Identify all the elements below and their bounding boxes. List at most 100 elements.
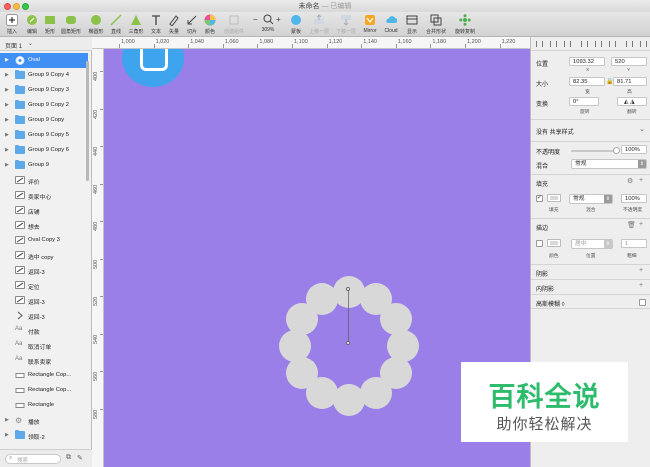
cloud-button[interactable]: Cloud [381, 13, 401, 36]
layer-item[interactable]: Rectangle [0, 398, 88, 413]
flip-buttons[interactable]: ◭ ◮ [617, 97, 647, 106]
align-top-icon[interactable] [581, 41, 588, 47]
blend-mode-select[interactable]: 常规 ⇕ [571, 159, 647, 169]
rotation-field[interactable]: 0° [569, 97, 599, 106]
disclosure-triangle-icon[interactable]: ▶ [5, 57, 9, 63]
height-field[interactable]: 81.71 [613, 77, 647, 86]
vector-button[interactable]: 矢量 [166, 13, 182, 36]
shared-style-row[interactable]: 没有 共享样式 ⌄ [531, 119, 650, 141]
view-button[interactable]: 显示 [403, 13, 421, 36]
y-field[interactable]: 520 [611, 57, 647, 66]
text-button[interactable]: 文本 [148, 13, 164, 36]
bag-shape[interactable] [122, 49, 184, 87]
disclosure-triangle-icon[interactable]: ▶ [5, 87, 9, 93]
fill-color-swatch[interactable] [547, 194, 561, 202]
align-left-icon[interactable] [536, 41, 543, 47]
opacity-slider[interactable] [571, 150, 617, 152]
layer-item[interactable]: ▶ Group 9 Copy 4 [0, 68, 88, 83]
layer-search-input[interactable]: ⌕ 搜索 [5, 454, 61, 464]
layer-item[interactable]: Aa 取消订单 [0, 338, 88, 353]
layer-item[interactable]: ▶ Oval [0, 53, 88, 68]
inner-shadow-section[interactable]: 内阴影 + [531, 279, 650, 294]
color-button[interactable]: 颜色 [202, 13, 218, 36]
add-inner-shadow-icon[interactable]: + [639, 282, 643, 289]
disclosure-triangle-icon[interactable]: ▶ [5, 102, 9, 108]
layer-item[interactable]: 卖家中心 [0, 188, 88, 203]
layer-item[interactable]: Aa 付款 [0, 323, 88, 338]
shadow-section[interactable]: 阴影 + [531, 264, 650, 279]
layer-item[interactable]: Aa 联系卖家 [0, 353, 88, 368]
ring-circle[interactable] [333, 384, 365, 416]
disclosure-triangle-icon[interactable]: ▶ [5, 132, 9, 138]
blur-enabled-checkbox[interactable] [639, 299, 646, 306]
layer-item[interactable]: 店铺 [0, 203, 88, 218]
add-fill-icon[interactable]: + [639, 177, 643, 184]
disclosure-triangle-icon[interactable]: ▶ [5, 147, 9, 153]
create-component-button[interactable]: 创建组件 [220, 13, 248, 36]
edit-button[interactable]: 编辑 [24, 13, 40, 36]
page-selector[interactable]: 页面 1 ⌄ [0, 37, 92, 51]
triangle-button[interactable]: 三角形 [126, 13, 146, 36]
ring-circle[interactable] [306, 283, 338, 316]
add-shadow-icon[interactable]: + [639, 267, 643, 274]
trash-icon[interactable]: 🗑 [627, 221, 636, 229]
align-middle-icon[interactable] [595, 41, 602, 47]
border-position-select[interactable]: 居中 ⇕ [571, 239, 613, 249]
blur-section[interactable]: 高斯模糊 ◊ [531, 294, 650, 309]
layer-item[interactable]: 想去 [0, 218, 88, 233]
layer-item[interactable]: Rectangle Cop... [0, 383, 88, 398]
border-color-swatch[interactable] [547, 239, 561, 247]
layer-item[interactable]: 定位 [0, 278, 88, 293]
distribute-v-icon[interactable] [640, 41, 647, 47]
layer-item[interactable]: 评价 [0, 173, 88, 188]
layer-item[interactable]: 返回-3 [0, 308, 88, 323]
layer-item[interactable]: ▶ Group 9 Copy 5 [0, 128, 88, 143]
mask-button[interactable]: 蒙板 [287, 13, 305, 36]
disclosure-triangle-icon[interactable]: ▶ [5, 117, 9, 123]
combine-shapes-button[interactable]: 合并形状 [424, 13, 448, 36]
layer-list-scrollbar[interactable] [86, 61, 89, 181]
opacity-field[interactable]: 100% [621, 145, 647, 154]
disclosure-triangle-icon[interactable]: ▶ [5, 432, 9, 438]
layer-item[interactable]: ▶ Group 9 Copy 3 [0, 83, 88, 98]
x-field[interactable]: 1093.32 [569, 57, 605, 66]
layer-item[interactable]: ▶ Group 9 Copy 2 [0, 98, 88, 113]
send-backward-button[interactable]: 下移一层 [333, 13, 359, 36]
center-handle[interactable] [346, 341, 350, 345]
width-field[interactable]: 82.35 [569, 77, 605, 86]
align-bottom-icon[interactable] [609, 41, 616, 47]
disclosure-triangle-icon[interactable]: ▶ [5, 162, 9, 168]
rotate-copy-button[interactable]: 旋转复制 [452, 13, 478, 36]
layer-item[interactable]: ▶ Group 9 Copy [0, 113, 88, 128]
line-button[interactable]: 直线 [108, 13, 124, 36]
mirror-button[interactable]: Mirror [360, 13, 380, 36]
rounded-rect-button[interactable]: 圆角矩形 [59, 13, 83, 36]
rotation-handle[interactable] [346, 287, 350, 291]
filter-icon[interactable]: ⧉ [66, 454, 71, 462]
layer-item[interactable]: ▶ ⚙ 播放 [0, 413, 88, 428]
layer-item[interactable]: 返回-3 [0, 293, 88, 308]
disclosure-triangle-icon[interactable]: ▶ [5, 417, 9, 423]
layer-item[interactable]: Rectangle Cop... [0, 368, 88, 383]
border-width-field[interactable]: 1 [621, 239, 647, 248]
layer-item[interactable]: ▶ 领取-2 [0, 428, 88, 443]
fill-blend-select[interactable]: 常规 ⇕ [569, 194, 613, 204]
disclosure-triangle-icon[interactable]: ▶ [5, 72, 9, 78]
border-enabled-checkbox[interactable] [536, 240, 543, 247]
layer-item[interactable]: Oval Copy 3 [0, 233, 88, 248]
layer-item[interactable]: ▶ Group 9 Copy 6 [0, 143, 88, 158]
layer-item[interactable]: ▶ Group 9 [0, 158, 88, 173]
fill-opacity-field[interactable]: 100% [621, 194, 647, 203]
layer-item[interactable]: 返回-3 [0, 263, 88, 278]
slice-button[interactable]: 切片 [184, 13, 200, 36]
align-center-icon[interactable] [550, 41, 557, 47]
opacity-slider-knob[interactable] [613, 147, 620, 154]
insert-button[interactable]: 插入 [3, 13, 21, 36]
add-border-icon[interactable]: + [639, 221, 643, 228]
distribute-h-icon[interactable] [626, 41, 633, 47]
gear-icon[interactable]: ⚙ [627, 177, 633, 185]
bring-forward-button[interactable]: 上移一层 [306, 13, 332, 36]
ring-circle[interactable] [279, 330, 311, 362]
rectangle-button[interactable]: 矩形 [42, 13, 58, 36]
zoom-level[interactable]: 309% [254, 27, 282, 33]
